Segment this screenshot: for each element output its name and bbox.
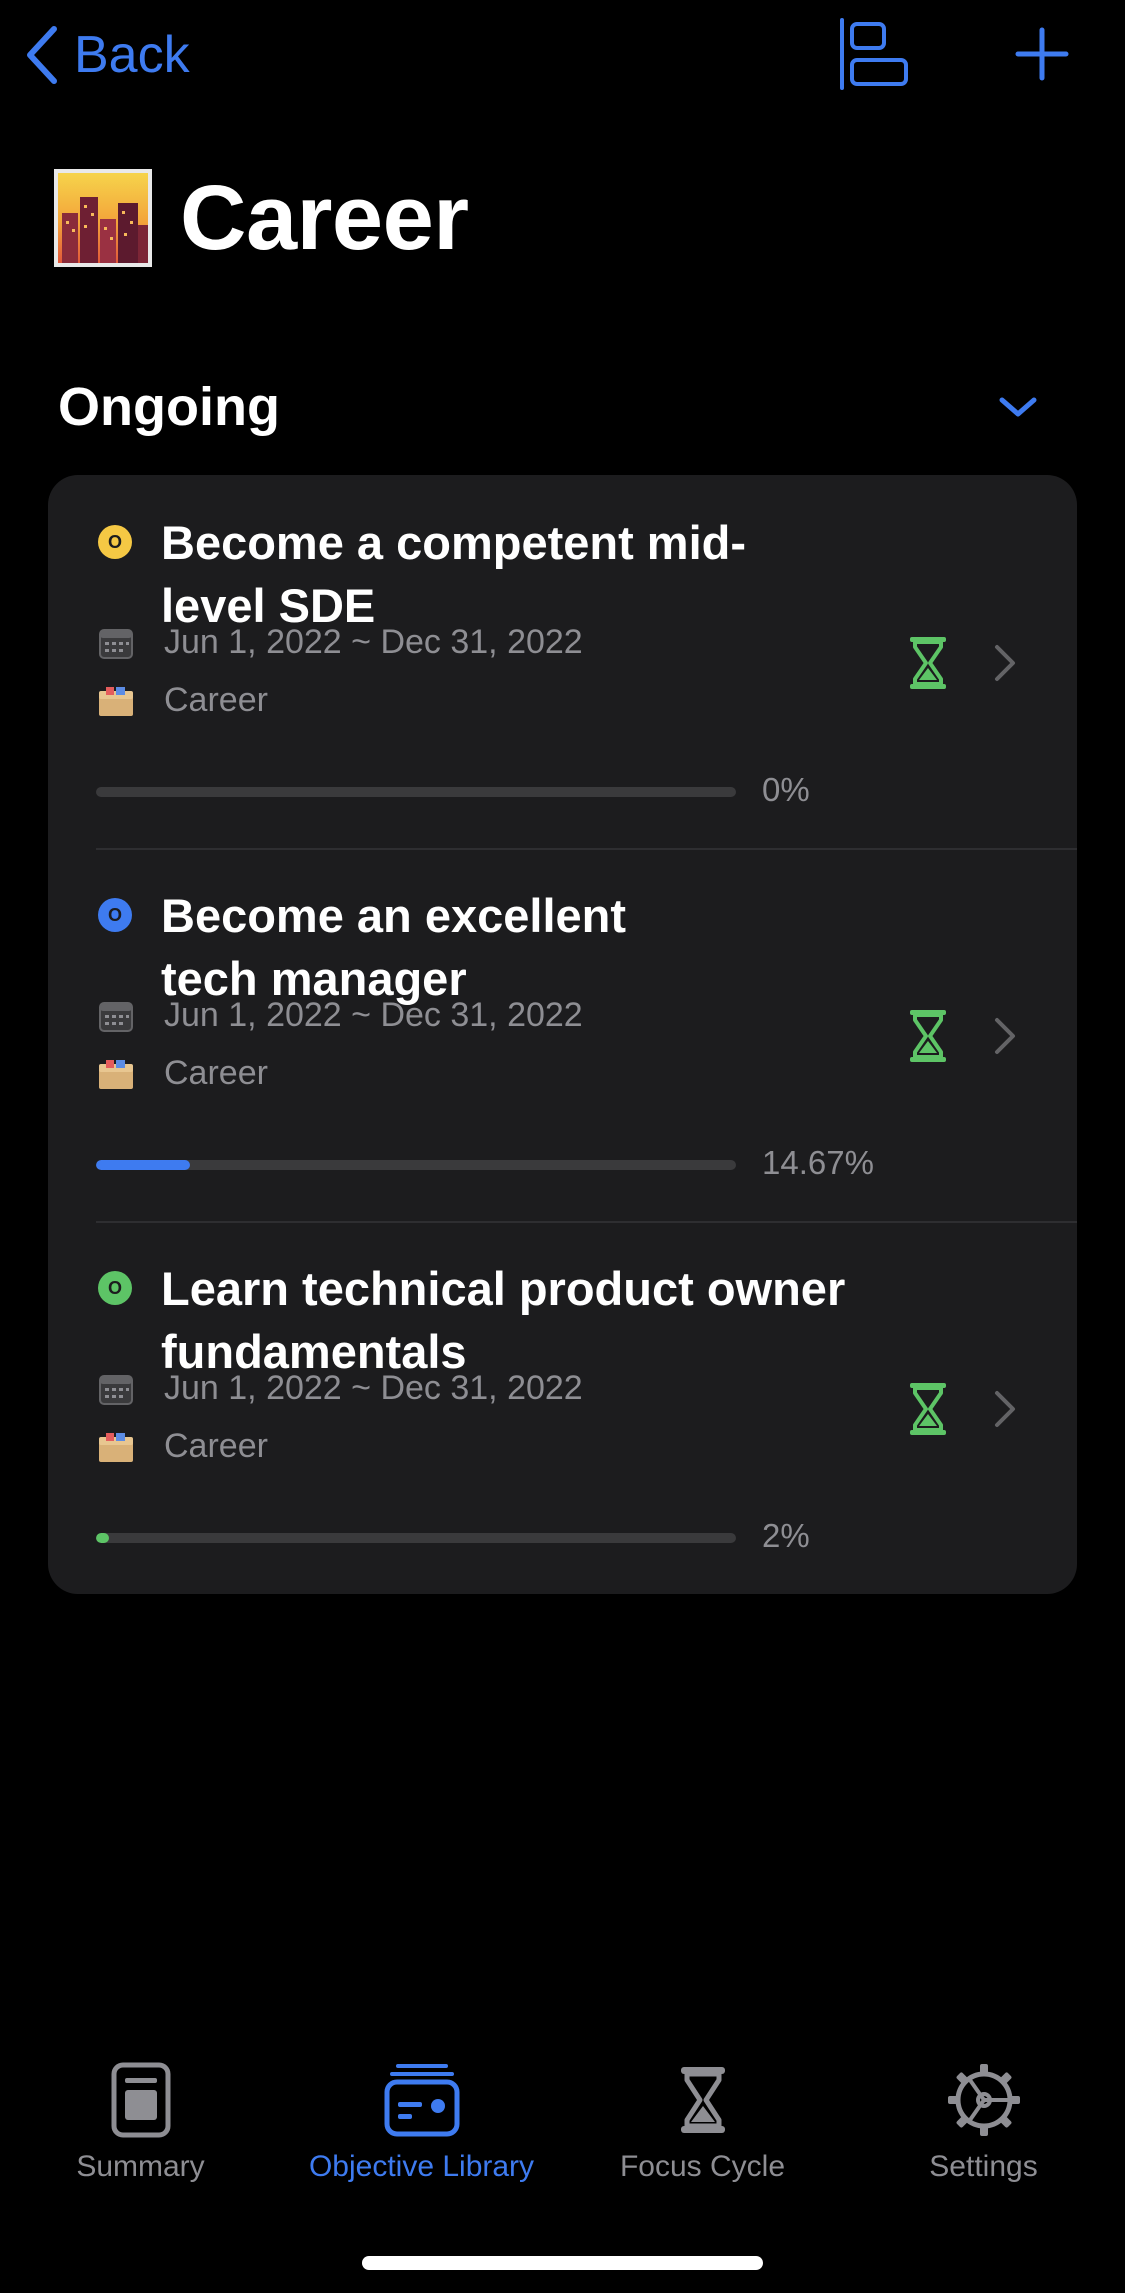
progress-label: 2% xyxy=(762,1517,810,1554)
progress-label: 14.67% xyxy=(762,1144,874,1181)
objective-category: Career xyxy=(98,1054,268,1093)
tab-label: Objective Library xyxy=(308,2150,535,2183)
objective-row[interactable]: O Learn technical product owner fundamen… xyxy=(48,1221,1077,1594)
status-dot: O xyxy=(98,525,132,559)
card-box-icon xyxy=(98,1056,134,1092)
card-box-icon xyxy=(98,683,134,719)
objective-category-screen: Back Career Ongoing O Become a competent… xyxy=(0,0,1125,2293)
objective-title: Learn technical product owner fundamenta… xyxy=(161,1262,846,1378)
chevron-left-icon xyxy=(27,26,57,84)
layout-toggle-button[interactable] xyxy=(834,14,914,94)
progress-label: 0% xyxy=(762,771,810,808)
hourglass-icon[interactable] xyxy=(908,1381,948,1437)
objective-category: Career xyxy=(98,681,268,720)
progress-bar xyxy=(96,1533,736,1543)
objective-row[interactable]: O Become a competent mid- level SDE Jun … xyxy=(48,475,1077,848)
tab-objective-library[interactable]: Objective Library xyxy=(281,2060,562,2200)
chevron-right-icon xyxy=(995,1391,1015,1427)
hourglass-icon[interactable] xyxy=(908,635,948,691)
progress-bar xyxy=(96,1160,736,1170)
objective-dates: Jun 1, 2022 ~ Dec 31, 2022 xyxy=(98,996,583,1035)
back-label: Back xyxy=(74,26,190,84)
objective-title: Become an excellent tech manager xyxy=(161,889,626,1005)
objectives-list: O Become a competent mid- level SDE Jun … xyxy=(48,475,1077,1594)
objective-dates: Jun 1, 2022 ~ Dec 31, 2022 xyxy=(98,1369,583,1408)
card-box-icon xyxy=(98,1429,134,1465)
align-left-layout-icon xyxy=(840,18,908,90)
tab-summary[interactable]: Summary xyxy=(0,2060,281,2200)
plus-icon xyxy=(1015,27,1069,81)
progress-fill xyxy=(96,1160,190,1170)
section-header-ongoing[interactable]: Ongoing xyxy=(58,372,1038,442)
hourglass-icon[interactable] xyxy=(908,1008,948,1064)
progress-fill xyxy=(96,1533,109,1543)
tab-label: Focus Cycle xyxy=(619,2150,786,2183)
page-title: Career xyxy=(180,166,469,269)
tab-label: Summary xyxy=(76,2150,205,2183)
hourglass-icon xyxy=(663,2060,743,2140)
tab-focus-cycle[interactable]: Focus Cycle xyxy=(562,2060,843,2200)
objective-row[interactable]: O Become an excellent tech manager Jun 1… xyxy=(48,848,1077,1221)
page-header: Career xyxy=(54,166,469,269)
chevron-right-icon xyxy=(995,1018,1015,1054)
home-indicator[interactable] xyxy=(362,2256,763,2270)
add-objective-button[interactable] xyxy=(1002,14,1082,94)
status-dot: O xyxy=(98,1271,132,1305)
back-button[interactable]: Back xyxy=(24,22,190,88)
progress-bar xyxy=(96,787,736,797)
summary-doc-icon xyxy=(101,2060,181,2140)
objective-category: Career xyxy=(98,1427,268,1466)
chevron-right-icon xyxy=(995,645,1015,681)
objective-library-icon xyxy=(382,2060,462,2140)
tab-label: Settings xyxy=(929,2150,1038,2183)
calendar-icon xyxy=(98,998,134,1034)
objective-dates: Jun 1, 2022 ~ Dec 31, 2022 xyxy=(98,623,583,662)
tab-settings[interactable]: Settings xyxy=(843,2060,1124,2200)
city-sunset-emoji xyxy=(54,169,152,267)
calendar-icon xyxy=(98,1371,134,1407)
chevron-down-icon xyxy=(999,397,1037,417)
navigation-bar: Back xyxy=(0,0,1125,110)
gear-icon xyxy=(944,2060,1024,2140)
section-title: Ongoing xyxy=(58,377,280,437)
objective-title: Become a competent mid- level SDE xyxy=(161,516,747,632)
tab-bar: Summary Objective Library Focus Cycle Se… xyxy=(0,2060,1125,2200)
calendar-icon xyxy=(98,625,134,661)
status-dot: O xyxy=(98,898,132,932)
